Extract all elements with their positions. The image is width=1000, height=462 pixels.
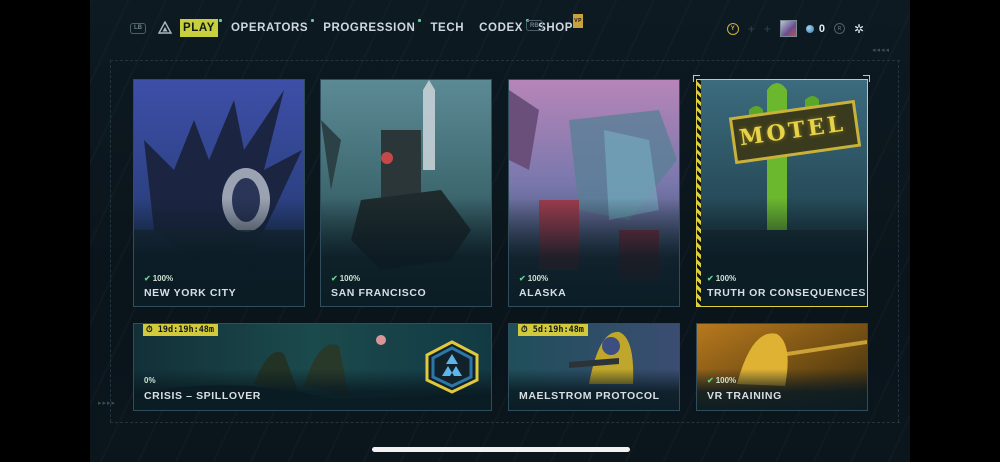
tab-play[interactable]: PLAY	[180, 19, 223, 37]
check-icon: ✔	[707, 376, 714, 385]
progress-value: 100%	[527, 274, 549, 283]
completion-percent: ✔ 100%	[144, 274, 173, 283]
mission-card-alaska[interactable]: ✔ 100% ALASKA	[508, 79, 680, 307]
r-button[interactable]: R	[833, 23, 845, 34]
add-slot-icon[interactable]: +	[748, 23, 755, 35]
crisis-emblem-icon	[425, 340, 479, 394]
tab-operators[interactable]: OPERATORS	[229, 19, 315, 37]
event-timer: ⏱ 5d:19h:48m	[518, 324, 588, 336]
completion-percent: ✔ 100%	[707, 274, 736, 283]
new-dot-icon	[418, 19, 422, 22]
tab-progression[interactable]: PROGRESSION	[321, 19, 422, 37]
card-title: ALASKA	[519, 287, 567, 299]
game-logo-icon[interactable]	[158, 21, 172, 35]
tab-play-label: PLAY	[183, 22, 216, 34]
currency-coin-icon	[805, 24, 814, 33]
tab-codex-label: CODEX	[479, 22, 524, 34]
progress-value: 0%	[144, 376, 156, 385]
completion-percent: ✔ 100%	[519, 274, 548, 283]
lb-button[interactable]: LB	[130, 22, 146, 34]
check-icon: ✔	[707, 274, 714, 283]
mission-card-vr-training[interactable]: ✔ 100% VR TRAINING	[696, 323, 868, 411]
bottom-divider	[110, 422, 900, 424]
rb-button[interactable]: RB	[526, 20, 543, 31]
shop-vp-badge: VP	[573, 14, 584, 28]
tab-tech[interactable]: TECH	[428, 19, 466, 37]
mission-card-new-york-city[interactable]: ✔ 100% NEW YORK CITY	[133, 79, 305, 307]
top-divider	[110, 60, 900, 62]
currency-value: 0	[818, 22, 825, 35]
completion-percent: ✔ 100%	[707, 376, 736, 385]
tab-tech-label: TECH	[430, 22, 465, 34]
tab-shop-label: SHOP	[538, 22, 574, 34]
mission-card-san-francisco[interactable]: ✔ 100% SAN FRANCISCO	[320, 79, 492, 307]
player-avatar[interactable]	[779, 20, 797, 37]
card-title: NEW YORK CITY	[144, 287, 237, 299]
right-divider	[898, 60, 900, 422]
game-screen: ▸▸▸▸ ◂◂◂◂ LB PLAY OPERATORS PROGRESSION …	[90, 0, 910, 462]
mission-card-truth-or-consequences[interactable]: MOTEL ✔ 100% TRUTH OR CONSEQUENCES	[696, 79, 868, 307]
progress-value: 100%	[715, 274, 737, 283]
left-divider	[110, 60, 112, 422]
home-indicator[interactable]	[372, 447, 630, 452]
new-dot-icon	[219, 19, 223, 22]
card-title: TRUTH OR CONSEQUENCES	[707, 287, 867, 299]
mission-card-crisis-spillover[interactable]: ⏱ 19d:19h:48m 0% CRISIS – SPILLOVER	[133, 323, 492, 411]
top-right-hud: Y + + 0 R ✲	[726, 20, 864, 37]
progress-value: 100%	[152, 274, 174, 283]
completion-percent: ✔ 100%	[331, 274, 360, 283]
tab-codex[interactable]: CODEX	[477, 19, 530, 37]
check-icon: ✔	[331, 274, 338, 283]
add-slot-icon[interactable]: +	[764, 23, 771, 35]
gear-icon[interactable]: ✲	[854, 23, 864, 35]
progress-value: 100%	[715, 376, 737, 385]
check-icon: ✔	[144, 274, 151, 283]
selection-hazard-stripe	[697, 80, 701, 306]
event-timer: ⏱ 19d:19h:48m	[143, 324, 219, 336]
selection-corner	[863, 75, 870, 82]
mission-card-maelstrom-protocol[interactable]: ⏱ 5d:19h:48m MAELSTROM PROTOCOL	[508, 323, 680, 411]
card-title: VR TRAINING	[707, 390, 782, 402]
tab-operators-label: OPERATORS	[231, 22, 309, 34]
card-title: SAN FRANCISCO	[331, 287, 427, 299]
selection-corner	[693, 75, 700, 82]
card-title: MAELSTROM PROTOCOL	[519, 390, 660, 402]
timer-value: 5d:19h:48m	[532, 325, 584, 335]
y-button[interactable]: Y	[726, 22, 739, 35]
new-dot-icon	[311, 19, 315, 22]
check-icon: ✔	[519, 274, 526, 283]
tab-progression-label: PROGRESSION	[323, 22, 416, 34]
currency-display[interactable]: 0	[805, 22, 825, 35]
top-nav: LB PLAY OPERATORS PROGRESSION TECH CODEX…	[130, 14, 586, 38]
progress-value: 100%	[339, 274, 361, 283]
card-title: CRISIS – SPILLOVER	[144, 390, 261, 402]
right-arrows-icon: ◂◂◂◂	[871, 47, 890, 54]
timer-value: 19d:19h:48m	[157, 325, 215, 335]
left-arrows-icon: ▸▸▸▸	[98, 400, 117, 407]
